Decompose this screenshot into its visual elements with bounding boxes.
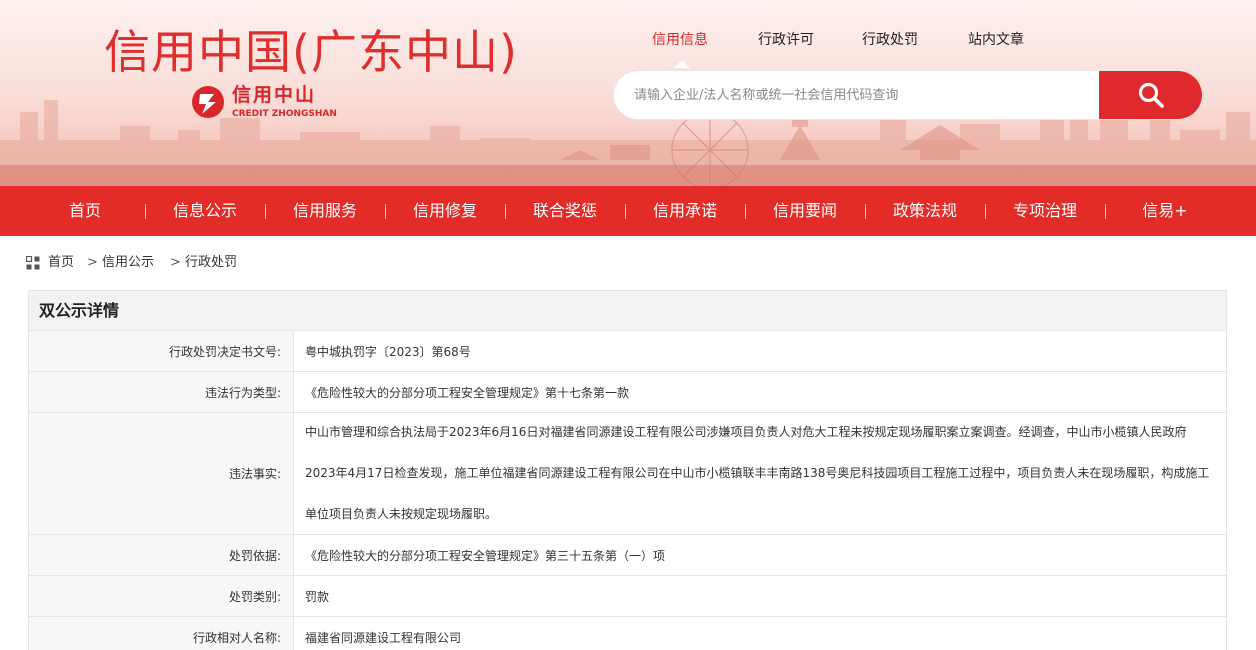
nav-divider bbox=[505, 204, 506, 219]
logo-mark-icon bbox=[192, 86, 224, 118]
nav-divider bbox=[865, 204, 866, 219]
breadcrumb-separator: > bbox=[170, 255, 181, 270]
top-link-admin-penalty[interactable]: 行政处罚 bbox=[862, 30, 918, 50]
main-nav: 首页 信息公示 信用服务 信用修复 联合奖惩 信用承诺 信用要闻 政策法规 专项… bbox=[0, 186, 1256, 236]
table-row: 违法行为类型: 《危险性较大的分部分项工程安全管理规定》第十七条第一款 bbox=[29, 372, 1226, 413]
table-row: 行政处罚决定书文号: 粤中城执罚字〔2023〕第68号 bbox=[29, 331, 1226, 372]
nav-divider bbox=[265, 204, 266, 219]
nav-item-info-disclosure[interactable]: 信息公示 bbox=[165, 186, 245, 236]
breadcrumb-separator: > bbox=[87, 255, 98, 270]
nav-item-credit-promise[interactable]: 信用承诺 bbox=[645, 186, 725, 236]
row-label: 违法事实: bbox=[29, 413, 294, 534]
row-value: 罚款 bbox=[305, 589, 330, 604]
detail-panel: 双公示详情 行政处罚决定书文号: 粤中城执罚字〔2023〕第68号 违法行为类型… bbox=[28, 290, 1227, 650]
top-link-site-articles[interactable]: 站内文章 bbox=[968, 30, 1024, 50]
nav-divider bbox=[145, 204, 146, 219]
nav-divider bbox=[385, 204, 386, 219]
breadcrumb-admin-penalty[interactable]: 行政处罚 bbox=[185, 253, 237, 273]
row-label: 处罚类别: bbox=[29, 576, 294, 616]
row-label: 行政相对人名称: bbox=[29, 617, 294, 650]
nav-item-credit-repair[interactable]: 信用修复 bbox=[405, 186, 485, 236]
table-row: 行政相对人名称: 福建省同源建设工程有限公司 bbox=[29, 617, 1226, 650]
nav-divider bbox=[745, 204, 746, 219]
nav-divider bbox=[985, 204, 986, 219]
nav-divider bbox=[625, 204, 626, 219]
logo-text-en: CREDIT ZHONGSHAN bbox=[232, 109, 337, 119]
row-value: 粤中城执罚字〔2023〕第68号 bbox=[305, 344, 471, 359]
top-link-credit-info[interactable]: 信用信息 bbox=[652, 30, 708, 68]
row-label: 处罚依据: bbox=[29, 535, 294, 575]
row-value: 中山市管理和综合执法局于2023年6月16日对福建省同源建设工程有限公司涉嫌项目… bbox=[305, 425, 1210, 521]
breadcrumb-credit-disclosure[interactable]: 信用公示 bbox=[102, 253, 154, 273]
nav-item-credit-news[interactable]: 信用要闻 bbox=[765, 186, 845, 236]
logo-text-cn: 信用中山 bbox=[232, 84, 317, 106]
nav-divider bbox=[1105, 204, 1106, 219]
nav-item-home[interactable]: 首页 bbox=[45, 186, 125, 236]
row-value: 《危险性较大的分部分项工程安全管理规定》第三十五条第（一）项 bbox=[305, 548, 666, 563]
top-link-admin-license[interactable]: 行政许可 bbox=[758, 30, 814, 50]
row-label: 行政处罚决定书文号: bbox=[29, 331, 294, 371]
nav-item-special-governance[interactable]: 专项治理 bbox=[1005, 186, 1085, 236]
grid-icon bbox=[26, 256, 40, 270]
nav-item-policy-law[interactable]: 政策法规 bbox=[885, 186, 965, 236]
breadcrumb-home[interactable]: 首页 bbox=[48, 253, 74, 273]
nav-item-joint-reward-punish[interactable]: 联合奖惩 bbox=[525, 186, 605, 236]
site-title: 信用中国(广东中山) bbox=[104, 25, 518, 79]
site-logo[interactable]: 信用中山 CREDIT ZHONGSHAN bbox=[190, 82, 350, 122]
row-value: 福建省同源建设工程有限公司 bbox=[305, 630, 462, 645]
table-row: 违法事实: 中山市管理和综合执法局于2023年6月16日对福建省同源建设工程有限… bbox=[29, 413, 1226, 535]
site-header: 信用中国(广东中山) 信用中山 CREDIT ZHONGSHAN 信用信息 行政… bbox=[0, 0, 1256, 186]
table-row: 处罚依据: 《危险性较大的分部分项工程安全管理规定》第三十五条第（一）项 bbox=[29, 535, 1226, 576]
search-button[interactable] bbox=[1099, 71, 1202, 119]
detail-title: 双公示详情 bbox=[29, 291, 1226, 331]
row-value: 《危险性较大的分部分项工程安全管理规定》第十七条第一款 bbox=[305, 385, 630, 400]
nav-item-xinyi-plus[interactable]: 信易+ bbox=[1125, 186, 1205, 236]
search-icon bbox=[1138, 82, 1164, 108]
search-box bbox=[613, 70, 1203, 120]
table-row: 处罚类别: 罚款 bbox=[29, 576, 1226, 617]
nav-item-credit-service[interactable]: 信用服务 bbox=[285, 186, 365, 236]
row-label: 违法行为类型: bbox=[29, 372, 294, 412]
search-input[interactable] bbox=[614, 71, 1099, 119]
